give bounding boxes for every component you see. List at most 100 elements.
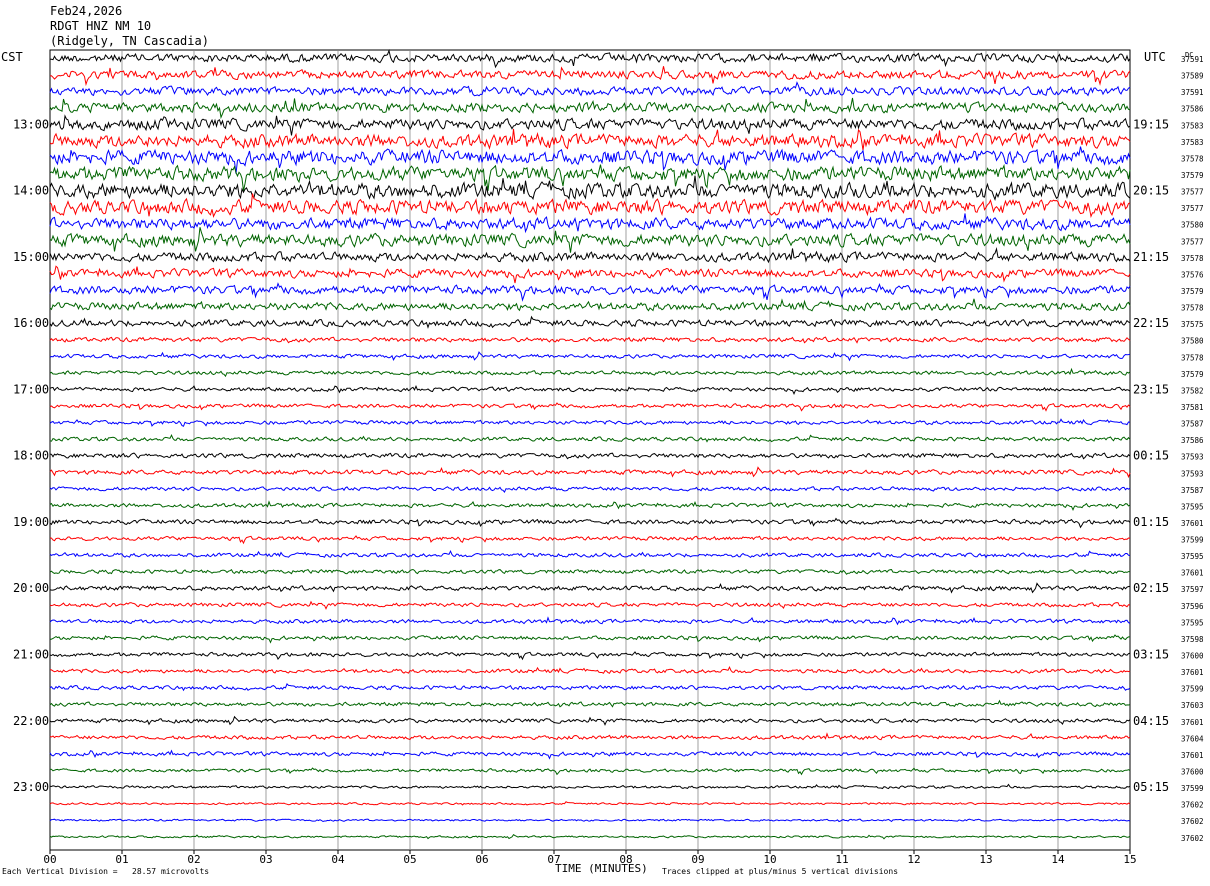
dc-offset-label: 37581 [1181, 403, 1204, 412]
x-tick-label: 02 [187, 853, 200, 866]
trace-14 [49, 265, 1131, 284]
dc-offset-label: 37577 [1181, 188, 1204, 197]
dc-offset-label: 37595 [1181, 502, 1204, 511]
trace-48 [49, 834, 1131, 840]
local-time-label: 17:00 [13, 382, 49, 396]
local-time-label: 18:00 [13, 449, 49, 463]
trace-24 [49, 434, 1131, 443]
x-tick-label: 13 [979, 853, 992, 866]
trace-45 [49, 783, 1131, 790]
seismogram-plot: 00 01 02 03 04 05 06 07 08 09 10 11 12 13 14 1537591375… [13, 48, 1204, 866]
trace-23 [49, 418, 1131, 427]
utc-time-label: 21:15 [1133, 250, 1169, 264]
trace-42 [49, 732, 1131, 741]
utc-time-label: 19:15 [1133, 117, 1169, 131]
x-tick-label: 04 [331, 853, 345, 866]
dc-offset-label: 37586 [1181, 105, 1204, 114]
dc-offset-label: 37599 [1181, 784, 1204, 793]
local-time-label: 21:00 [13, 648, 49, 662]
utc-time-label: 00:15 [1133, 449, 1169, 463]
dc-label: DC [1185, 51, 1193, 59]
trace-36 [49, 634, 1130, 644]
local-time-label: 22:00 [13, 714, 49, 728]
dc-offset-label: 37578 [1181, 304, 1204, 313]
dc-offset-label: 37601 [1181, 569, 1204, 578]
dc-offset-label: 37597 [1181, 585, 1204, 594]
trace-20 [49, 367, 1131, 378]
x-axis-title: TIME (MINUTES) [555, 862, 648, 875]
trace-16 [49, 298, 1131, 312]
trace-15 [49, 282, 1131, 302]
trace-10 [49, 193, 1131, 218]
x-tick-label: 00 [43, 853, 56, 866]
trace-11 [49, 213, 1131, 234]
trace-17 [49, 315, 1131, 329]
dc-offset-label: 37578 [1181, 154, 1204, 163]
dc-offset-label: 37593 [1181, 469, 1204, 478]
trace-5 [49, 114, 1131, 136]
trace-26 [49, 466, 1131, 479]
dc-offset-label: 37599 [1181, 536, 1204, 545]
trace-39 [49, 683, 1131, 692]
utc-time-label: 23:15 [1133, 382, 1169, 396]
dc-offset-label: 37587 [1181, 486, 1204, 495]
dc-offset-label: 37579 [1181, 370, 1204, 379]
local-time-label: 20:00 [13, 581, 49, 595]
local-time-label: 15:00 [13, 250, 49, 264]
trace-35 [49, 616, 1131, 626]
dc-offset-label: 37603 [1181, 701, 1204, 710]
dc-offset-label: 37599 [1181, 685, 1204, 694]
trace-18 [49, 336, 1131, 344]
trace-40 [49, 699, 1131, 708]
trace-30 [49, 535, 1131, 545]
trace-19 [49, 351, 1131, 362]
dc-offset-label: 37602 [1181, 801, 1204, 810]
dc-offset-label: 37577 [1181, 237, 1204, 246]
trace-2 [49, 66, 1131, 87]
dc-offset-label: 37602 [1181, 834, 1204, 843]
dc-offset-label: 37586 [1181, 436, 1204, 445]
dc-offset-label: 37579 [1181, 287, 1204, 296]
utc-time-label: 02:15 [1133, 581, 1169, 595]
dc-offset-label: 37604 [1181, 734, 1204, 743]
x-tick-label: 15 [1123, 853, 1136, 866]
x-tick-label: 03 [259, 853, 272, 866]
utc-time-label: 20:15 [1133, 184, 1169, 198]
trace-12 [49, 227, 1131, 253]
x-tick-label: 10 [763, 853, 776, 866]
local-time-label: 13:00 [13, 117, 49, 131]
utc-time-label: 03:15 [1133, 648, 1169, 662]
dc-offset-label: 37601 [1181, 718, 1204, 727]
trace-22 [49, 402, 1131, 412]
trace-1 [49, 48, 1131, 69]
dc-offset-label: 37601 [1181, 668, 1204, 677]
dc-offset-label: 37600 [1181, 768, 1204, 777]
dc-offset-label: 37593 [1181, 453, 1204, 462]
local-time-label: 14:00 [13, 184, 49, 198]
dc-offset-label: 37575 [1181, 320, 1204, 329]
dc-offset-label: 37580 [1181, 337, 1204, 346]
utc-time-label: 05:15 [1133, 780, 1169, 794]
dc-offset-label: 37579 [1181, 171, 1204, 180]
trace-43 [49, 749, 1131, 760]
dc-offset-label: 37602 [1181, 817, 1204, 826]
dc-offset-label: 37591 [1181, 88, 1204, 97]
trace-31 [49, 550, 1131, 559]
dc-offset-label: 37598 [1181, 635, 1204, 644]
dc-offset-label: 37600 [1181, 652, 1204, 661]
dc-offset-label: 37576 [1181, 270, 1204, 279]
utc-time-label: 04:15 [1133, 714, 1169, 728]
x-tick-label: 14 [1051, 853, 1065, 866]
dc-offset-label: 37601 [1181, 751, 1204, 760]
trace-29 [49, 517, 1131, 529]
trace-28 [49, 500, 1131, 512]
dc-offset-label: 37583 [1181, 121, 1204, 130]
trace-13 [49, 247, 1131, 264]
x-tick-label: 05 [403, 853, 416, 866]
trace-33 [49, 582, 1131, 594]
dc-offset-label: 37578 [1181, 353, 1204, 362]
x-tick-label: 12 [907, 853, 920, 866]
local-time-label: 23:00 [13, 780, 49, 794]
utc-time-label: 01:15 [1133, 515, 1169, 529]
dc-offset-label: 37596 [1181, 602, 1204, 611]
